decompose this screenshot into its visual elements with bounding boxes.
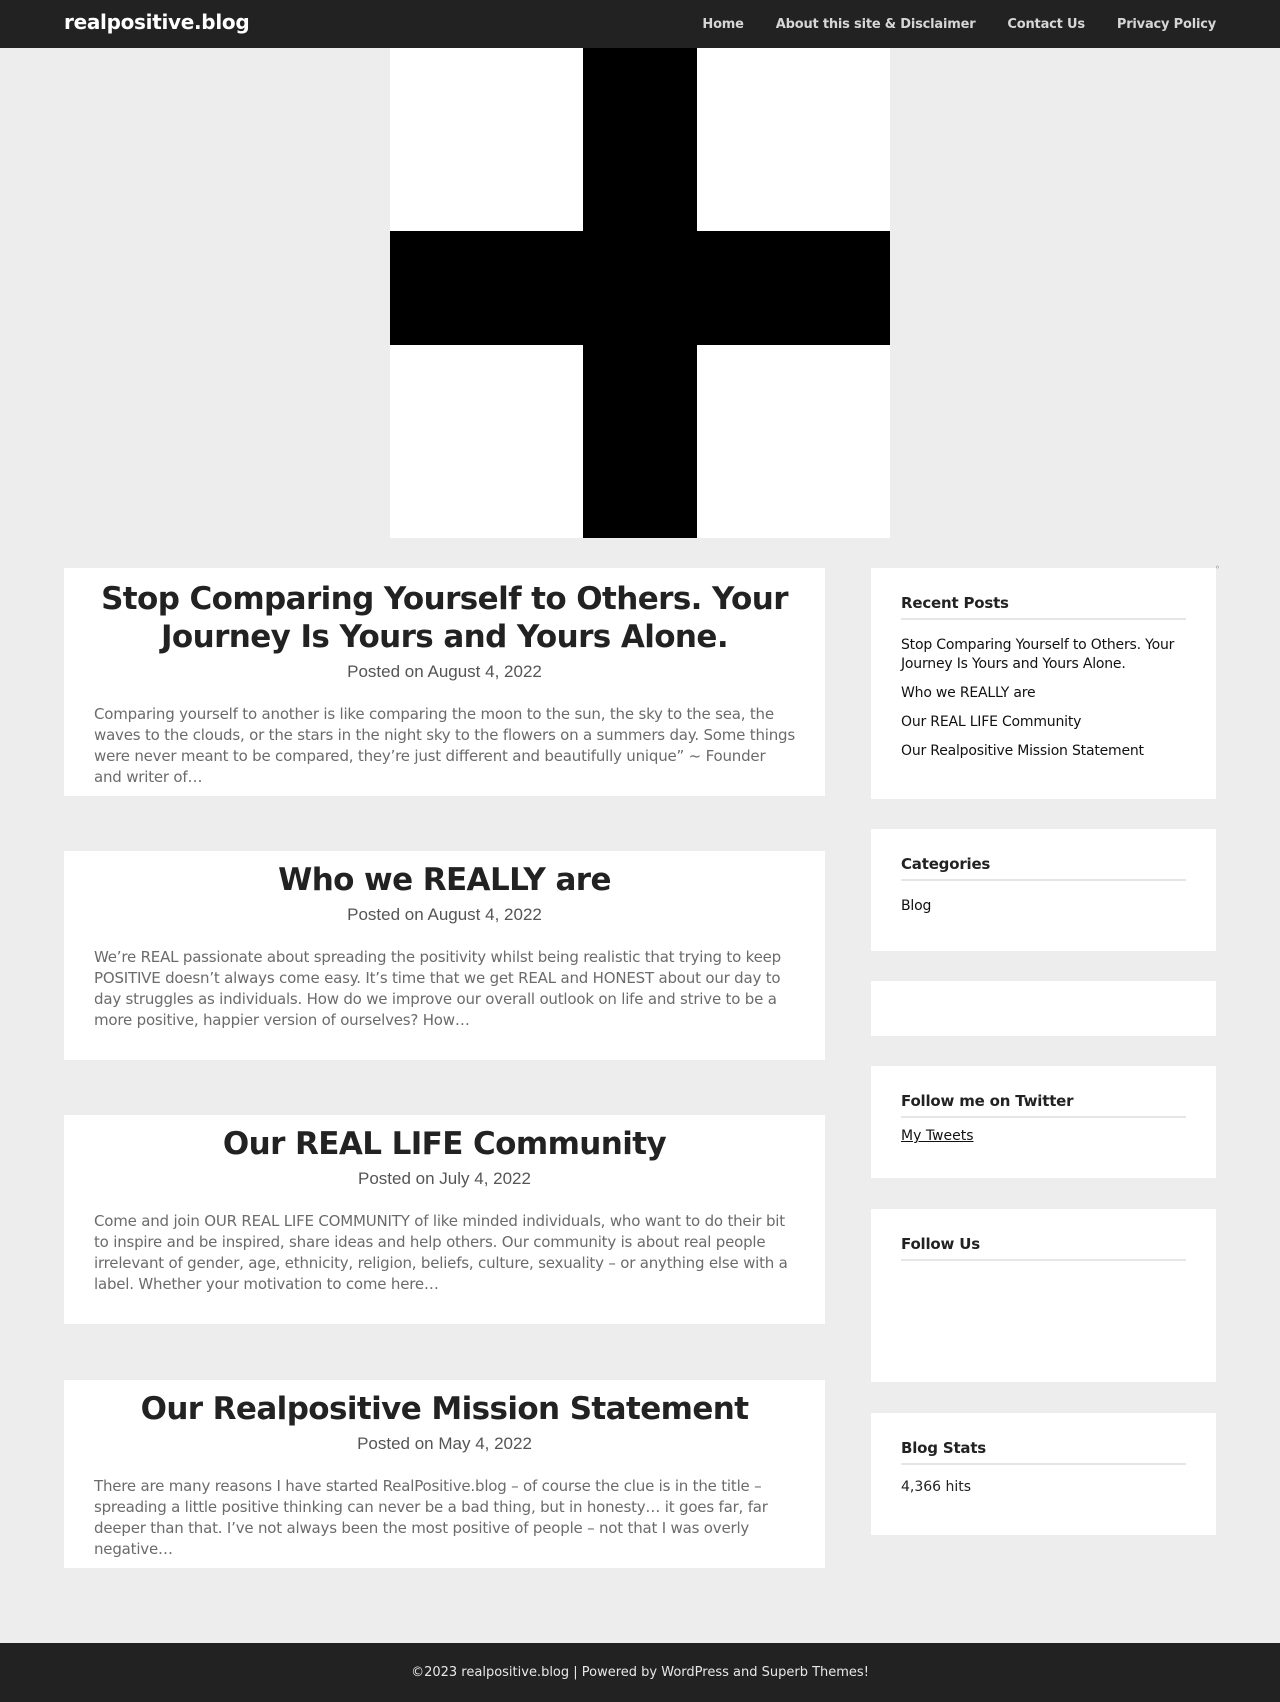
post-excerpt: Comparing yourself to another is like co… <box>94 705 795 786</box>
widget-title: Recent Posts <box>901 594 1186 620</box>
recent-post-link[interactable]: Our REAL LIFE Community <box>901 713 1186 732</box>
follow-us-widget: Follow Us <box>871 1209 1216 1382</box>
nav-contact[interactable]: Contact Us <box>1007 17 1085 32</box>
recent-post-link[interactable]: Who we REALLY are <box>901 684 1186 703</box>
post-card: Our REAL LIFE Community Posted on July 4… <box>64 1115 825 1324</box>
category-link-blog[interactable]: Blog <box>901 897 1186 916</box>
blog-stats-widget: Blog Stats 4,366 hits <box>871 1413 1216 1535</box>
nav-privacy[interactable]: Privacy Policy <box>1117 17 1216 32</box>
my-tweets-link[interactable]: My Tweets <box>901 1128 974 1144</box>
post-title-link[interactable]: Our REAL LIFE Community <box>94 1125 795 1163</box>
post-title-link[interactable]: Our Realpositive Mission Statement <box>94 1390 795 1428</box>
recent-post-link[interactable]: Our Realpositive Mission Statement <box>901 742 1186 761</box>
main-nav: Home About this site & Disclaimer Contac… <box>702 0 1216 48</box>
nav-about[interactable]: About this site & Disclaimer <box>776 17 976 32</box>
widget-title: Follow me on Twitter <box>901 1092 1186 1118</box>
empty-widget <box>871 981 1216 1036</box>
post-date: Posted on August 4, 2022 <box>347 662 542 681</box>
widget-title: Blog Stats <box>901 1439 1186 1465</box>
top-navbar: realpositive.blog Home About this site &… <box>0 0 1280 48</box>
nav-home[interactable]: Home <box>702 17 744 32</box>
footer-text: ©2023 realpositive.blog | Powered by Wor… <box>411 1665 869 1680</box>
post-card: Who we REALLY are Posted on August 4, 20… <box>64 851 825 1060</box>
cross-horizontal-bar <box>390 231 890 345</box>
post-card: Stop Comparing Yourself to Others. Your … <box>64 568 825 796</box>
recent-post-link[interactable]: Stop Comparing Yourself to Others. Your … <box>901 636 1186 674</box>
site-brand-link[interactable]: realpositive.blog <box>64 10 250 34</box>
widget-title: Categories <box>901 855 1186 881</box>
recent-posts-widget: Recent Posts Stop Comparing Yourself to … <box>871 568 1216 799</box>
post-date: Posted on May 4, 2022 <box>357 1434 532 1453</box>
post-date: Posted on July 4, 2022 <box>358 1169 531 1188</box>
post-date: Posted on August 4, 2022 <box>347 905 542 924</box>
post-card: Our Realpositive Mission Statement Poste… <box>64 1380 825 1568</box>
post-excerpt: There are many reasons I have started Re… <box>94 1477 768 1558</box>
post-excerpt: We’re REAL passionate about spreading th… <box>94 948 781 1029</box>
post-title-link[interactable]: Stop Comparing Yourself to Others. Your … <box>94 580 795 656</box>
hits-count: 4,366 hits <box>901 1479 972 1495</box>
widget-title: Follow Us <box>901 1235 1186 1261</box>
post-title-link[interactable]: Who we REALLY are <box>94 861 795 899</box>
post-excerpt: Come and join OUR REAL LIFE COMMUNITY of… <box>94 1212 788 1293</box>
twitter-widget: Follow me on Twitter My Tweets <box>871 1066 1216 1178</box>
site-footer: ©2023 realpositive.blog | Powered by Wor… <box>0 1643 1280 1702</box>
hero-cross-image <box>390 48 890 538</box>
categories-widget: Categories Blog <box>871 829 1216 951</box>
